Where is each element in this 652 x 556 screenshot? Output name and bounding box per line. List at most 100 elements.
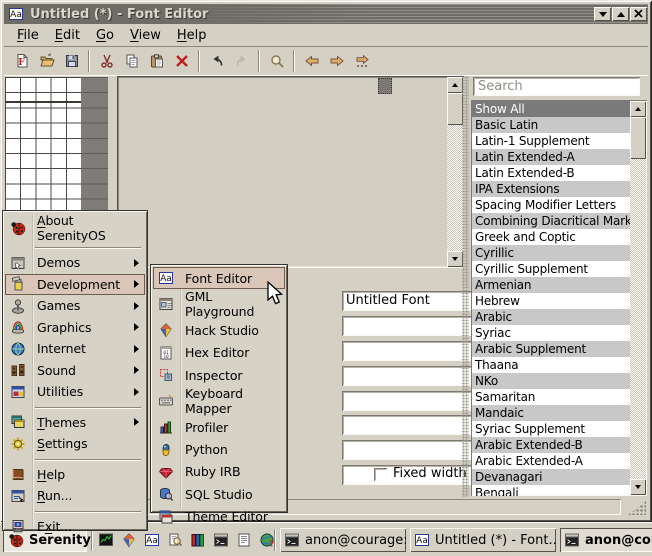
redo-button[interactable] bbox=[229, 49, 254, 74]
menu-item-label: Profiler bbox=[185, 420, 228, 435]
menu-item-run[interactable]: Run... bbox=[5, 485, 145, 507]
menu-item-about-serenityos[interactable]: About SerenityOS bbox=[5, 213, 145, 243]
block-list-item[interactable]: Latin Extended-B bbox=[472, 165, 646, 181]
task-button[interactable]: anon@courage:~/m... bbox=[280, 528, 406, 552]
menu-item-internet[interactable]: Internet bbox=[5, 338, 145, 360]
block-list-item[interactable]: IPA Extensions bbox=[472, 181, 646, 197]
scrollbar-thumb[interactable] bbox=[447, 93, 463, 125]
block-list-item[interactable]: Arabic Extended-B bbox=[472, 437, 646, 453]
sound-icon bbox=[10, 362, 26, 378]
minimize-button[interactable] bbox=[594, 7, 611, 21]
maximize-button[interactable] bbox=[612, 7, 629, 21]
minimize-icon bbox=[599, 12, 607, 17]
block-list-item[interactable]: Cyrillic bbox=[472, 245, 646, 261]
menu-help[interactable]: Help bbox=[169, 26, 215, 46]
menu-item-themes[interactable]: Themes bbox=[5, 412, 145, 434]
menu-item-hex-editor[interactable]: 0110Hex Editor bbox=[153, 342, 285, 364]
block-list-item[interactable]: Hebrew bbox=[472, 293, 646, 309]
block-list-item[interactable]: Arabic bbox=[472, 309, 646, 325]
menu-item-settings[interactable]: Settings bbox=[5, 433, 145, 455]
cut-button[interactable] bbox=[94, 49, 119, 74]
menu-item-exit[interactable]: Exit... bbox=[5, 516, 145, 538]
scroll-up-button[interactable] bbox=[630, 101, 646, 117]
block-list-scrollbar[interactable] bbox=[630, 101, 646, 495]
glyph-map-scrollbar[interactable] bbox=[447, 77, 463, 267]
menu-item-development[interactable]: Development bbox=[5, 274, 145, 296]
block-list-item[interactable]: Syriac Supplement bbox=[472, 421, 646, 437]
quick-launch-help[interactable] bbox=[187, 528, 209, 552]
menu-item-sound[interactable]: Sound bbox=[5, 360, 145, 382]
block-list-item[interactable]: Mandaic bbox=[472, 405, 646, 421]
block-list-item[interactable]: Combining Diacritical Marks bbox=[472, 213, 646, 229]
copy-button[interactable] bbox=[119, 49, 144, 74]
menu-edit[interactable]: Edit bbox=[47, 26, 88, 46]
menu-item-keyboard-mapper[interactable]: Keyboard Mapper bbox=[153, 386, 285, 416]
quick-launch-assistant[interactable] bbox=[164, 528, 186, 552]
undo-button[interactable] bbox=[204, 49, 229, 74]
search-glyph-button[interactable] bbox=[264, 49, 289, 74]
panel-splitter[interactable] bbox=[462, 76, 469, 497]
goto-glyph-button[interactable] bbox=[349, 49, 374, 74]
new-font-button[interactable]: F bbox=[9, 49, 34, 74]
block-list-item[interactable]: Spacing Modifier Letters bbox=[472, 197, 646, 213]
menu-view[interactable]: View bbox=[122, 26, 169, 46]
scrollbar-thumb[interactable] bbox=[630, 117, 646, 159]
glyph-map[interactable] bbox=[117, 76, 464, 268]
scroll-up-button[interactable] bbox=[447, 77, 463, 93]
menu-item-games[interactable]: Games bbox=[5, 295, 145, 317]
block-list-item[interactable]: Latin Extended-A bbox=[472, 149, 646, 165]
menu-item-utilities[interactable]: Utilities bbox=[5, 381, 145, 403]
block-list-item[interactable]: Arabic Supplement bbox=[472, 341, 646, 357]
save-button[interactable] bbox=[59, 49, 84, 74]
selected-glyph-cell[interactable] bbox=[378, 78, 392, 94]
menu-item-sql-studio[interactable]: SQL Studio bbox=[153, 483, 285, 505]
menu-item-graphics[interactable]: Graphics bbox=[5, 317, 145, 339]
block-list-item[interactable]: Latin-1 Supplement bbox=[472, 133, 646, 149]
task-button[interactable]: AaUntitled (*) - Font... bbox=[410, 528, 556, 552]
menu-item-ruby-irb[interactable]: Ruby IRB bbox=[153, 461, 285, 483]
block-list-item[interactable]: Arabic Extended-A bbox=[472, 453, 646, 469]
save-floppy-icon bbox=[64, 53, 80, 69]
scroll-down-button[interactable] bbox=[447, 251, 463, 267]
titlebar[interactable]: Aa Untitled (*) - Font Editor bbox=[4, 4, 648, 24]
block-list-item[interactable]: NKo bbox=[472, 373, 646, 389]
redo-icon bbox=[234, 53, 250, 69]
menu-item-profiler[interactable]: Profiler bbox=[153, 416, 285, 438]
menu-item-demos[interactable]: Demos bbox=[5, 252, 145, 274]
block-list-item[interactable]: Syriac bbox=[472, 325, 646, 341]
close-button[interactable] bbox=[630, 7, 647, 21]
menu-item-theme-editor[interactable]: Theme Editor bbox=[153, 505, 285, 527]
glyph-editor-baseline bbox=[5, 101, 81, 103]
fixed-width-checkbox[interactable] bbox=[374, 468, 387, 481]
quick-launch-terminal[interactable] bbox=[210, 528, 232, 552]
open-button[interactable] bbox=[34, 49, 59, 74]
scroll-down-button[interactable] bbox=[630, 479, 646, 495]
menu-item-label: Run... bbox=[37, 488, 72, 503]
paste-button[interactable] bbox=[144, 49, 169, 74]
menu-file[interactable]: File bbox=[9, 26, 47, 46]
delete-button[interactable] bbox=[169, 49, 194, 74]
menu-item-hack-studio[interactable]: Hack Studio bbox=[153, 319, 285, 341]
block-list-item[interactable]: Armenian bbox=[472, 277, 646, 293]
resize-grip[interactable] bbox=[628, 501, 646, 515]
block-list-item[interactable]: Show All bbox=[472, 101, 646, 117]
search-input[interactable] bbox=[473, 77, 640, 96]
forward-button[interactable] bbox=[324, 49, 349, 74]
menu-item-python[interactable]: Python bbox=[153, 438, 285, 460]
block-list-item[interactable]: Basic Latin bbox=[472, 117, 646, 133]
quick-launch-text-editor[interactable] bbox=[233, 528, 255, 552]
menu-go[interactable]: Go bbox=[88, 26, 122, 46]
block-list-item[interactable]: Thaana bbox=[472, 357, 646, 373]
unicode-block-list[interactable]: Show AllBasic LatinLatin-1 SupplementLat… bbox=[471, 100, 647, 496]
block-list-item[interactable]: Samaritan bbox=[472, 389, 646, 405]
task-button[interactable]: anon@cour bbox=[560, 528, 652, 552]
block-list-item[interactable]: Devanagari bbox=[472, 469, 646, 485]
menu-item-inspector[interactable]: Inspector bbox=[153, 364, 285, 386]
block-list-item[interactable]: Bengali bbox=[472, 485, 646, 496]
back-button[interactable] bbox=[299, 49, 324, 74]
block-list-item[interactable]: Greek and Coptic bbox=[472, 229, 646, 245]
block-list-item[interactable]: Cyrillic Supplement bbox=[472, 261, 646, 277]
find-icon bbox=[167, 532, 183, 548]
keyboard-mapper-icon bbox=[158, 393, 174, 409]
menu-item-help[interactable]: Help bbox=[5, 464, 145, 486]
